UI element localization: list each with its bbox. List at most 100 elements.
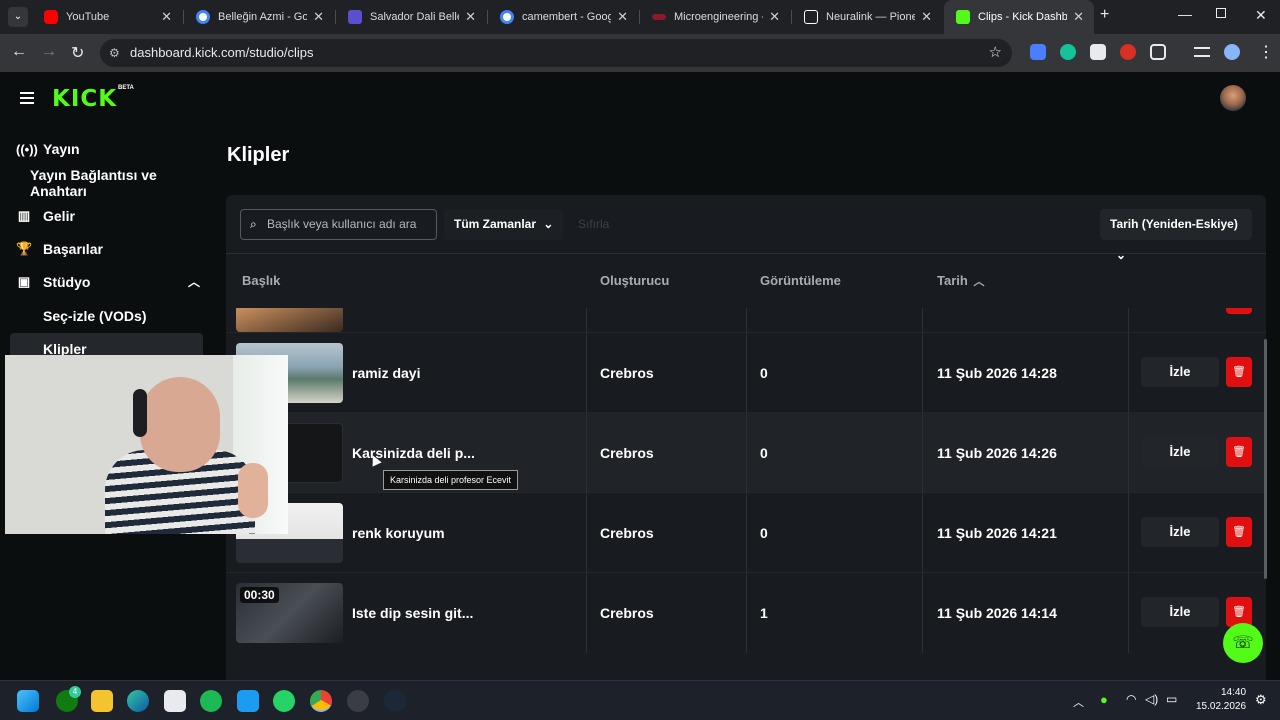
site-icon bbox=[652, 14, 666, 20]
scrollbar[interactable] bbox=[1264, 339, 1267, 579]
clip-date: 11 Şub 2026 14:28 bbox=[937, 365, 1057, 381]
kick-icon bbox=[956, 10, 970, 24]
tab-search-button[interactable]: ⌄ bbox=[8, 7, 28, 27]
whatsapp-icon[interactable] bbox=[273, 690, 295, 712]
column-header-views[interactable]: Görüntüleme bbox=[760, 273, 841, 288]
puzzle-extensions-icon[interactable] bbox=[1150, 44, 1166, 60]
forward-icon[interactable]: → bbox=[41, 43, 57, 61]
tab-neuralink[interactable]: Neuralink — Pioneer ✕ bbox=[792, 0, 942, 34]
microphone-icon[interactable]: ● bbox=[1100, 692, 1108, 707]
close-tab-icon[interactable]: ✕ bbox=[1073, 9, 1084, 25]
clip-thumbnail[interactable]: 00:30 bbox=[236, 583, 343, 643]
chevron-up-icon[interactable]: ︿ bbox=[188, 273, 200, 290]
delete-button[interactable]: 🗑 bbox=[1226, 357, 1252, 387]
clock-date[interactable]: 15.02.2026 bbox=[1196, 701, 1246, 712]
address-bar[interactable]: ⚙ dashboard.kick.com/studio/clips ☆ bbox=[100, 39, 1012, 67]
watch-button[interactable]: İzle bbox=[1141, 437, 1219, 467]
clip-title[interactable]: renk koruyum bbox=[352, 493, 445, 573]
profile-avatar-icon[interactable] bbox=[1224, 44, 1240, 60]
edge-icon[interactable] bbox=[127, 690, 149, 712]
tab-microengineering[interactable]: Microengineering - ✕ bbox=[640, 0, 790, 34]
close-tab-icon[interactable]: ✕ bbox=[313, 9, 324, 25]
site-info-icon[interactable]: ⚙ bbox=[109, 39, 120, 67]
steam-icon[interactable] bbox=[384, 690, 406, 712]
close-tab-icon[interactable]: ✕ bbox=[161, 9, 172, 25]
column-header-title[interactable]: Başlık bbox=[242, 273, 280, 288]
watch-button[interactable]: İzle bbox=[1141, 517, 1219, 547]
hamburger-menu-icon[interactable] bbox=[20, 92, 34, 104]
media-controls-icon[interactable] bbox=[1194, 47, 1210, 57]
sidebar-item-studyo[interactable]: ▣ Stüdyo ︿ bbox=[16, 270, 200, 294]
delete-button[interactable]: 🗑 bbox=[1226, 517, 1252, 547]
clip-creator: Crebros bbox=[600, 605, 654, 621]
grammarly-extension-icon[interactable] bbox=[1060, 44, 1076, 60]
battery-icon[interactable]: ▭ bbox=[1166, 692, 1177, 706]
close-tab-icon[interactable]: ✕ bbox=[769, 9, 780, 25]
sort-dropdown[interactable]: Tarih (Yeniden-Eskiye) ⌄ bbox=[1100, 209, 1252, 262]
sidebar-item-gelir[interactable]: ▥ Gelir bbox=[16, 204, 75, 228]
delete-button[interactable]: 🗑 bbox=[1226, 437, 1252, 467]
translate-extension-icon[interactable] bbox=[1030, 44, 1046, 60]
record-extension-icon[interactable] bbox=[1120, 44, 1136, 60]
clip-date: 11 Şub 2026 14:21 bbox=[937, 525, 1057, 541]
volume-icon[interactable]: ◁) bbox=[1145, 692, 1158, 706]
sidebar-item-basarilar[interactable]: 🏆 Başarılar bbox=[16, 237, 103, 261]
time-filter-dropdown[interactable]: Tüm Zamanlar ⌄ bbox=[444, 209, 564, 240]
bookmark-star-icon[interactable]: ☆ bbox=[989, 39, 1002, 67]
reset-button[interactable]: Sıfırla bbox=[568, 209, 619, 240]
google-icon bbox=[500, 10, 514, 24]
new-tab-button[interactable]: + bbox=[1100, 6, 1109, 24]
google-icon bbox=[196, 10, 210, 24]
search-icon: ⌕ bbox=[250, 217, 257, 231]
column-header-date[interactable]: Tarih ︿ bbox=[937, 273, 984, 289]
obs-icon[interactable] bbox=[347, 690, 369, 712]
beta-label: BETA bbox=[118, 85, 134, 91]
restore-button[interactable] bbox=[1216, 8, 1226, 18]
sidebar-item-stream-key[interactable]: Yayın Bağlantısı ve Anahtarı bbox=[30, 167, 212, 199]
trash-icon: 🗑 bbox=[1232, 526, 1246, 538]
support-chat-button[interactable]: ☏ bbox=[1223, 623, 1263, 663]
spotify-icon[interactable] bbox=[200, 690, 222, 712]
clip-thumbnail[interactable] bbox=[236, 308, 343, 332]
close-window-button[interactable]: ✕ bbox=[1255, 7, 1267, 24]
wifi-icon[interactable]: ◠ bbox=[1126, 692, 1136, 706]
store-icon[interactable] bbox=[164, 690, 186, 712]
clip-views: 1 bbox=[760, 605, 768, 621]
search-input[interactable]: ⌕ Başlık veya kullanıcı adı ara bbox=[240, 209, 437, 240]
start-menu-icon[interactable] bbox=[17, 690, 39, 712]
table-row: Karsinizda deli p... Crebros 0 11 Şub 20… bbox=[226, 412, 1266, 493]
sidebar-item-yayin[interactable]: ((•)) Yayın bbox=[16, 137, 80, 161]
close-tab-icon[interactable]: ✕ bbox=[465, 9, 476, 25]
tab-kick-clips[interactable]: Clips - Kick Dashboard ✕ bbox=[944, 0, 1094, 34]
twitter-icon[interactable] bbox=[237, 690, 259, 712]
chevron-down-icon: ⌄ bbox=[543, 217, 554, 231]
watch-button[interactable]: İzle bbox=[1141, 357, 1219, 387]
chrome-icon[interactable] bbox=[310, 690, 332, 712]
file-explorer-icon[interactable] bbox=[91, 690, 113, 712]
extension-icon[interactable] bbox=[1090, 44, 1106, 60]
watch-button[interactable]: İzle bbox=[1141, 597, 1219, 627]
delete-button-partial[interactable] bbox=[1226, 308, 1252, 314]
minimize-button[interactable]: — bbox=[1178, 6, 1192, 22]
notifications-icon[interactable]: ⚙ bbox=[1255, 692, 1267, 708]
close-tab-icon[interactable]: ✕ bbox=[617, 9, 628, 25]
reload-icon[interactable]: ↻ bbox=[71, 43, 84, 63]
tray-overflow-icon[interactable]: ︿ bbox=[1073, 694, 1084, 710]
xbox-icon[interactable]: 4 bbox=[56, 686, 81, 712]
tab-youtube[interactable]: YouTube ✕ bbox=[32, 0, 182, 34]
back-icon[interactable]: ← bbox=[11, 43, 27, 61]
tab-google-1[interactable]: Belleğin Azmi - Google ✕ bbox=[184, 0, 334, 34]
clip-title[interactable]: ramiz dayi bbox=[352, 333, 420, 413]
kick-logo[interactable]: KICK bbox=[52, 86, 117, 112]
menu-kebab-icon[interactable]: ⋮ bbox=[1258, 42, 1274, 62]
tab-salvador[interactable]: Salvador Dali Belleğin ✕ bbox=[336, 0, 486, 34]
clip-title[interactable]: Iste dip sesin git... bbox=[352, 573, 473, 653]
clock-time[interactable]: 14:40 bbox=[1221, 687, 1246, 698]
column-header-creator[interactable]: Oluşturucu bbox=[600, 273, 669, 288]
sidebar-item-vods[interactable]: Seç-izle (VODs) bbox=[43, 304, 146, 328]
close-tab-icon[interactable]: ✕ bbox=[921, 9, 932, 25]
app-header: KICK BETA bbox=[0, 72, 1280, 124]
user-avatar[interactable] bbox=[1220, 85, 1246, 111]
clip-creator: Crebros bbox=[600, 445, 654, 461]
tab-google-2[interactable]: camembert - Google ✕ bbox=[488, 0, 638, 34]
